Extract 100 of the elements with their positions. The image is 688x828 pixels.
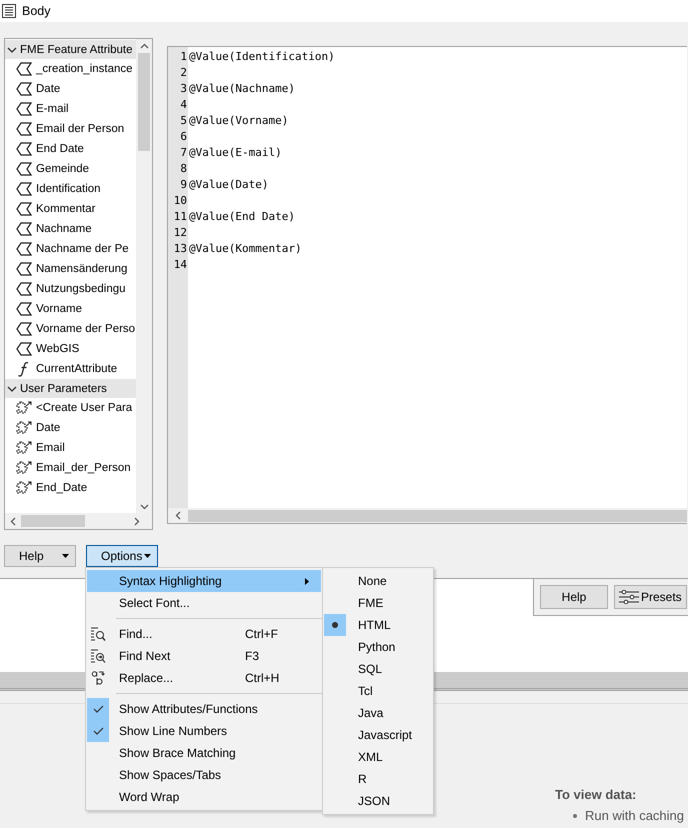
flag-icon [16, 262, 32, 276]
flag-icon [16, 82, 32, 96]
caret-icon [144, 554, 151, 558]
scrollbar-thumb[interactable] [138, 53, 150, 151]
code-line: @Value(Identification) [189, 49, 336, 65]
scroll-right-icon[interactable] [132, 516, 140, 526]
caret-icon [62, 554, 69, 558]
flag-icon [16, 242, 32, 256]
help-button[interactable]: Help [540, 585, 608, 609]
group-header[interactable]: FME Feature Attribute [5, 40, 136, 59]
dropdown-button[interactable]: Help [4, 545, 76, 567]
code-line: @Value(End Date) [189, 209, 296, 225]
flag-icon [16, 102, 32, 116]
tree-item[interactable]: Email_der_Person [5, 458, 136, 478]
code-line: @Value(E-mail) [189, 145, 283, 161]
tree-item[interactable]: E-mail [5, 99, 136, 119]
tree-item[interactable]: <Create User Para [5, 398, 136, 418]
tree-item[interactable]: CurrentAttribute [5, 359, 136, 379]
line-number: 11 [172, 209, 188, 225]
checkmark-icon [92, 705, 104, 713]
chevron-icon [7, 386, 17, 392]
parameter-icon [16, 420, 32, 436]
line-number: 14 [172, 257, 188, 273]
flag-icon [16, 202, 32, 216]
parameter-icon [16, 460, 32, 476]
menu-item[interactable]: JSON [324, 790, 432, 812]
bullet-icon [573, 814, 577, 818]
menu-item[interactable]: Find... Ctrl+F [87, 623, 321, 645]
tree-item[interactable]: Identification [5, 179, 136, 199]
tree-item[interactable]: Namensänderung [5, 259, 136, 279]
tree-item[interactable]: Nachname der Pe [5, 239, 136, 259]
menu-item[interactable]: Find Next F3 [87, 645, 321, 667]
code-line: @Value(Nachname) [189, 81, 296, 97]
tree-item[interactable]: Vorname der Perso [5, 319, 136, 339]
menu-item[interactable]: Replace... Ctrl+H [87, 667, 321, 689]
line-number: 8 [179, 161, 188, 177]
scroll-left-icon[interactable] [8, 516, 18, 526]
menu-item[interactable]: Show Brace Matching [87, 742, 321, 764]
sliders-icon [619, 590, 639, 604]
info-bullet: Run with caching [585, 808, 684, 823]
tree-item[interactable]: End_Date [5, 478, 136, 498]
menu-item[interactable]: SQL [324, 658, 432, 680]
info-heading: To view data: [555, 787, 638, 802]
parameter-icon [16, 400, 32, 416]
menu-item[interactable]: Show Attributes/Functions [87, 698, 321, 720]
checkmark-icon [92, 727, 104, 735]
parameter-icon [16, 480, 32, 496]
line-number: 12 [172, 225, 188, 241]
code-line: @Value(Vorname) [189, 113, 290, 129]
tree-item[interactable]: Email [5, 438, 136, 458]
tree-item[interactable]: Date [5, 79, 136, 99]
flag-icon [16, 322, 32, 336]
tree-item[interactable]: WebGIS [5, 339, 136, 359]
menu-item[interactable]: Word Wrap [87, 786, 321, 808]
menu-item[interactable]: Python [324, 636, 432, 658]
scroll-left-icon[interactable] [174, 511, 182, 520]
menu-item[interactable]: Show Spaces/Tabs [87, 764, 321, 786]
code-line: @Value(Date) [189, 177, 270, 193]
dropdown-button[interactable]: Options [86, 545, 158, 567]
menu-item[interactable]: Select Font... [87, 592, 321, 614]
menu-item[interactable]: Javascript [324, 724, 432, 746]
menu-item[interactable]: FME [324, 592, 432, 614]
tree-item[interactable]: Nutzungsbedingu [5, 279, 136, 299]
line-number: 9 [179, 177, 188, 193]
scroll-up-icon[interactable] [140, 42, 148, 50]
tree-item[interactable]: Date [5, 418, 136, 438]
flag-icon [16, 142, 32, 156]
chevron-icon [7, 46, 17, 52]
scrollbar-thumb[interactable] [188, 510, 687, 522]
scrollbar-thumb[interactable] [21, 515, 85, 527]
tree-item[interactable]: Nachname [5, 219, 136, 239]
presets-button[interactable]: Presets [614, 585, 687, 609]
line-number: 4 [179, 97, 188, 113]
group-header[interactable]: User Parameters [5, 379, 136, 398]
search-icon [90, 626, 106, 642]
find-next-icon [90, 648, 106, 664]
menu-item[interactable]: None [324, 570, 432, 592]
tree-item[interactable]: _creation_instance [5, 59, 136, 79]
menu-item[interactable]: Tcl [324, 680, 432, 702]
menu-item[interactable]: HTML [324, 614, 432, 636]
menu-item[interactable]: Java [324, 702, 432, 724]
tree-item[interactable]: End Date [5, 139, 136, 159]
menu-item[interactable]: XML [324, 746, 432, 768]
replace-icon [91, 670, 105, 686]
tree-item[interactable]: Gemeinde [5, 159, 136, 179]
tree-item[interactable]: Email der Person [5, 119, 136, 139]
menu-item[interactable]: Show Line Numbers [87, 720, 321, 742]
flag-icon [16, 222, 32, 236]
flag-icon [16, 302, 32, 316]
line-number: 1 [179, 49, 188, 65]
flag-icon [16, 182, 32, 196]
menu-item[interactable]: Syntax Highlighting [87, 570, 321, 592]
code-editor[interactable]: 1 2 3 4 5 6 7 8 9 10 11 12 13 14 @Value(Identification) @Value(Nachname) @Value(Vorname) @Value(E-mail) @Value(Date) @Value(End Date) @Value(Kommentar) [167, 46, 687, 524]
tree-item[interactable]: Kommentar [5, 199, 136, 219]
flag-icon [16, 282, 32, 296]
menu-item[interactable]: R [324, 768, 432, 790]
line-number: 3 [179, 81, 188, 97]
tree-item[interactable]: Vorname [5, 299, 136, 319]
scroll-down-icon[interactable] [140, 502, 148, 510]
line-number: 13 [172, 241, 188, 257]
